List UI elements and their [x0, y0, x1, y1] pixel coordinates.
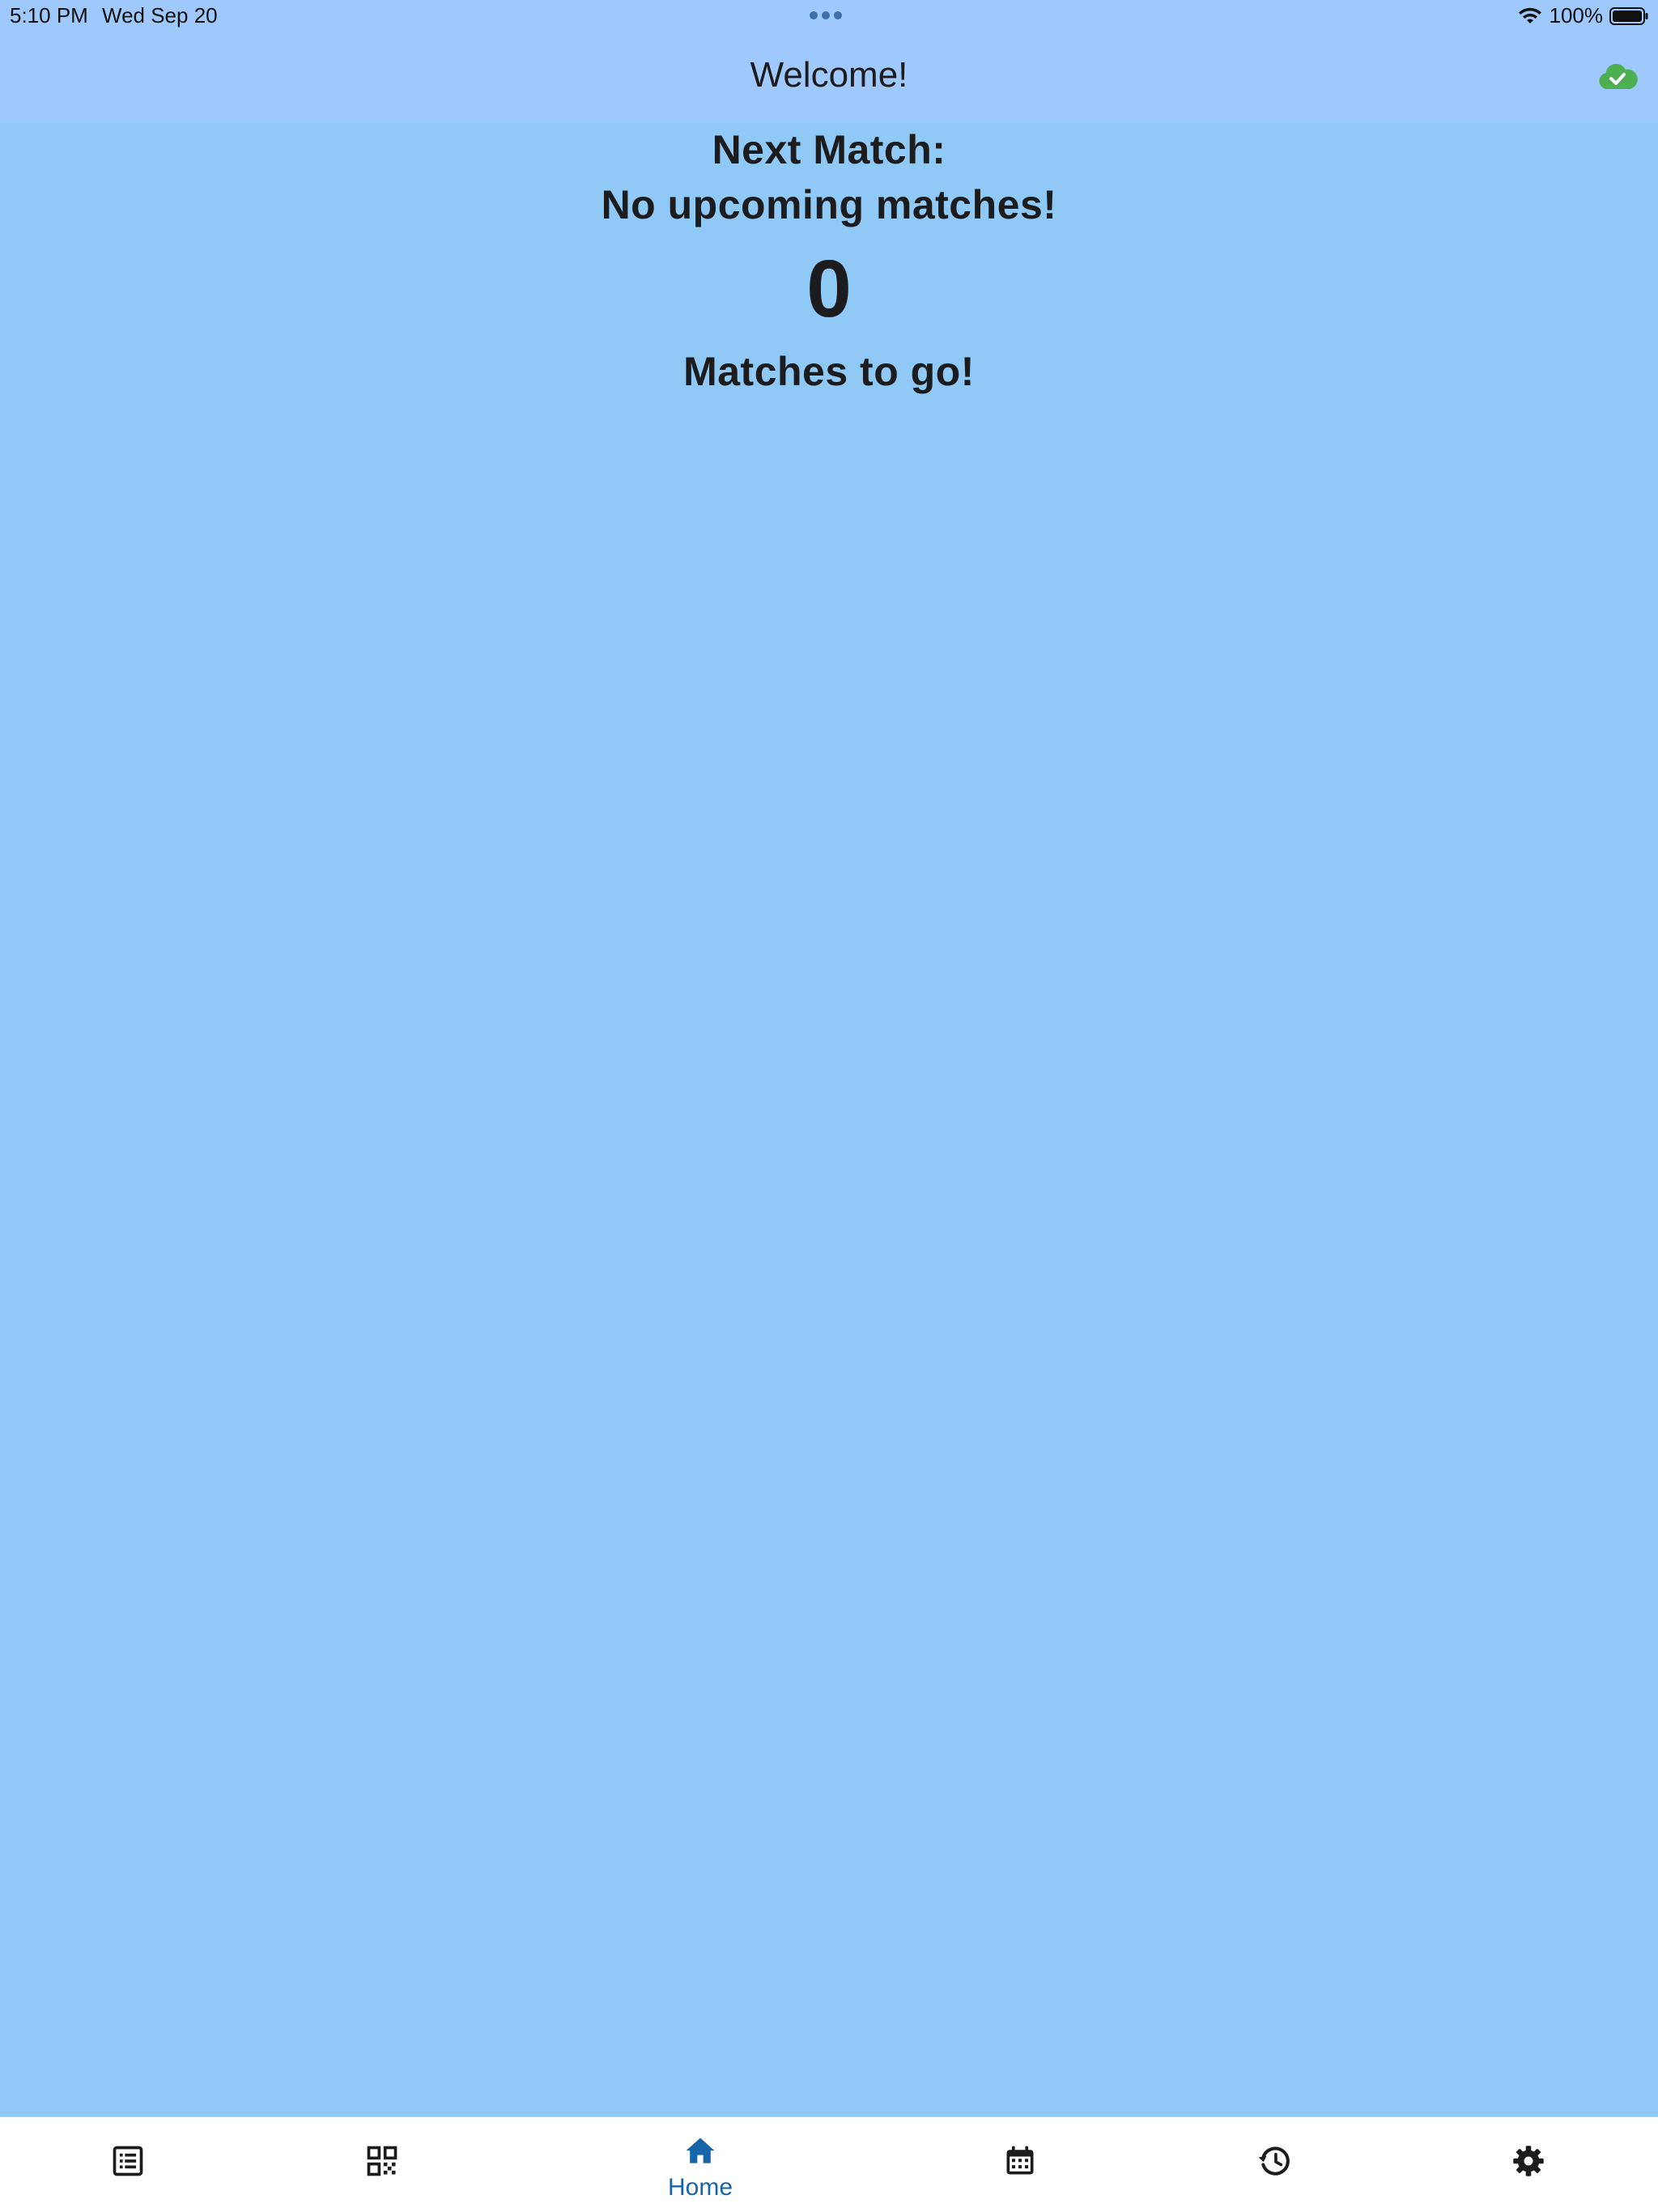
status-bar: 5:10 PM Wed Sep 20 100% — [0, 0, 1658, 34]
nav-label-home: Home — [667, 2174, 733, 2201]
status-indicators: 100% — [1517, 3, 1649, 28]
battery-icon — [1609, 6, 1648, 25]
calendar-icon — [1006, 2146, 1034, 2175]
nav-item-list[interactable] — [63, 2117, 193, 2212]
gear-icon — [1513, 2146, 1544, 2176]
match-count: 0 — [806, 244, 852, 334]
home-icon — [686, 2138, 715, 2163]
nav-item-calendar[interactable] — [955, 2117, 1085, 2212]
home-content: Next Match: No upcoming matches! 0 Match… — [0, 123, 1658, 2116]
status-date: Wed Sep 20 — [102, 3, 218, 28]
cloud-check-icon[interactable] — [1596, 60, 1639, 92]
matches-to-go-label: Matches to go! — [683, 349, 975, 394]
status-time: 5:10 PM — [10, 3, 88, 28]
app-bar: Welcome! — [0, 34, 1658, 123]
nav-item-home[interactable]: Home — [636, 2117, 765, 2212]
next-match-value: No upcoming matches! — [601, 182, 1057, 227]
list-icon — [113, 2146, 143, 2176]
nav-item-settings[interactable] — [1464, 2117, 1593, 2212]
nav-item-history[interactable] — [1210, 2117, 1340, 2212]
battery-percentage: 100% — [1549, 3, 1604, 28]
multitasking-dots-icon[interactable] — [810, 11, 842, 19]
next-match-label: Next Match: — [712, 127, 946, 172]
qr-code-icon — [367, 2146, 397, 2176]
history-icon — [1258, 2146, 1290, 2176]
nav-item-qr-scanner[interactable] — [317, 2117, 447, 2212]
page-title: Welcome! — [750, 55, 908, 95]
wifi-icon — [1518, 7, 1541, 23]
bottom-nav: Home — [0, 2116, 1658, 2212]
